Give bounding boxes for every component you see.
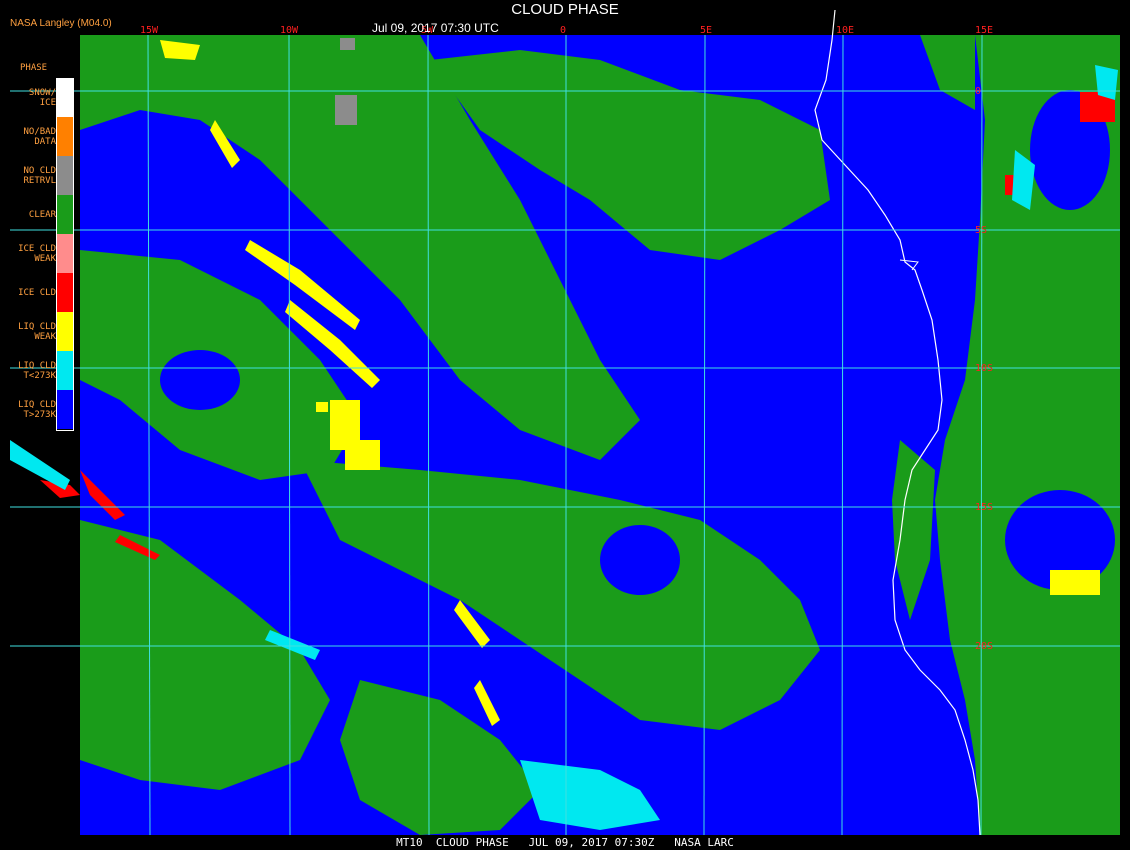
footer-caption: MT10 CLOUD PHASE JUL 09, 2017 07:30Z NAS… [396, 836, 734, 849]
lon-label-10e: 10E [836, 25, 854, 36]
lon-label-15e: 15E [975, 25, 993, 36]
legend-title: PHASE [20, 63, 48, 73]
lon-label-10w: 10W [280, 25, 299, 36]
product-title: CLOUD PHASE [511, 1, 619, 18]
legend-label-1: NO/BAD DATA [23, 126, 56, 147]
lat-label-15s: 15S [975, 502, 993, 513]
liquid-patch-1 [600, 525, 680, 595]
provider-label: NASA Langley (M04.0) [10, 18, 112, 29]
legend-label-0: SNOW/ ICE [28, 87, 56, 108]
lon-label-15w: 15W [140, 25, 159, 36]
legend-label-6: LIQ CLD WEAK [18, 321, 56, 342]
legend-frame [56, 78, 74, 431]
lat-label-5s: 5S [975, 225, 987, 236]
yellow-patch-4 [1050, 570, 1100, 595]
legend-label-3: CLEAR [28, 209, 56, 220]
legend-label-2: NO CLD RETRVL [23, 165, 56, 186]
longitude-labels: 15W 10W 5W 0 5E 10E 15E [140, 25, 993, 36]
lon-label-5e: 5E [700, 25, 712, 36]
lat-label-0: 0 [975, 86, 981, 97]
legend-label-8: LIQ CLD T>273K [18, 399, 56, 420]
phase-legend: PHASE SNOW/ ICE NO/BAD DATA NO CLD RETRVL C… [10, 56, 76, 434]
cyan-patch-4 [1095, 65, 1118, 100]
yellow-patch-2 [345, 440, 380, 470]
legend-label-4: ICE CLD WEAK [18, 243, 56, 264]
legend-label-5: ICE CLD [18, 287, 56, 298]
liquid-patch-2 [160, 350, 240, 410]
cyan-patch-5 [10, 440, 70, 490]
lon-label-0: 0 [560, 25, 566, 36]
gray-patch-2 [340, 38, 355, 50]
yellow-patch-3 [316, 402, 328, 412]
legend-label-7: LIQ CLD T<273K [18, 360, 56, 381]
lat-label-20s: 20S [975, 641, 993, 652]
image-datetime: Jul 09, 2017 07:30 UTC [372, 21, 499, 35]
gray-patch-1 [335, 95, 357, 125]
lat-label-10s: 10S [975, 363, 993, 374]
cloud-phase-map: 15W 10W 5W 0 5E 10E 15E 0 5S 10S 15S 20S [10, 9, 1120, 836]
